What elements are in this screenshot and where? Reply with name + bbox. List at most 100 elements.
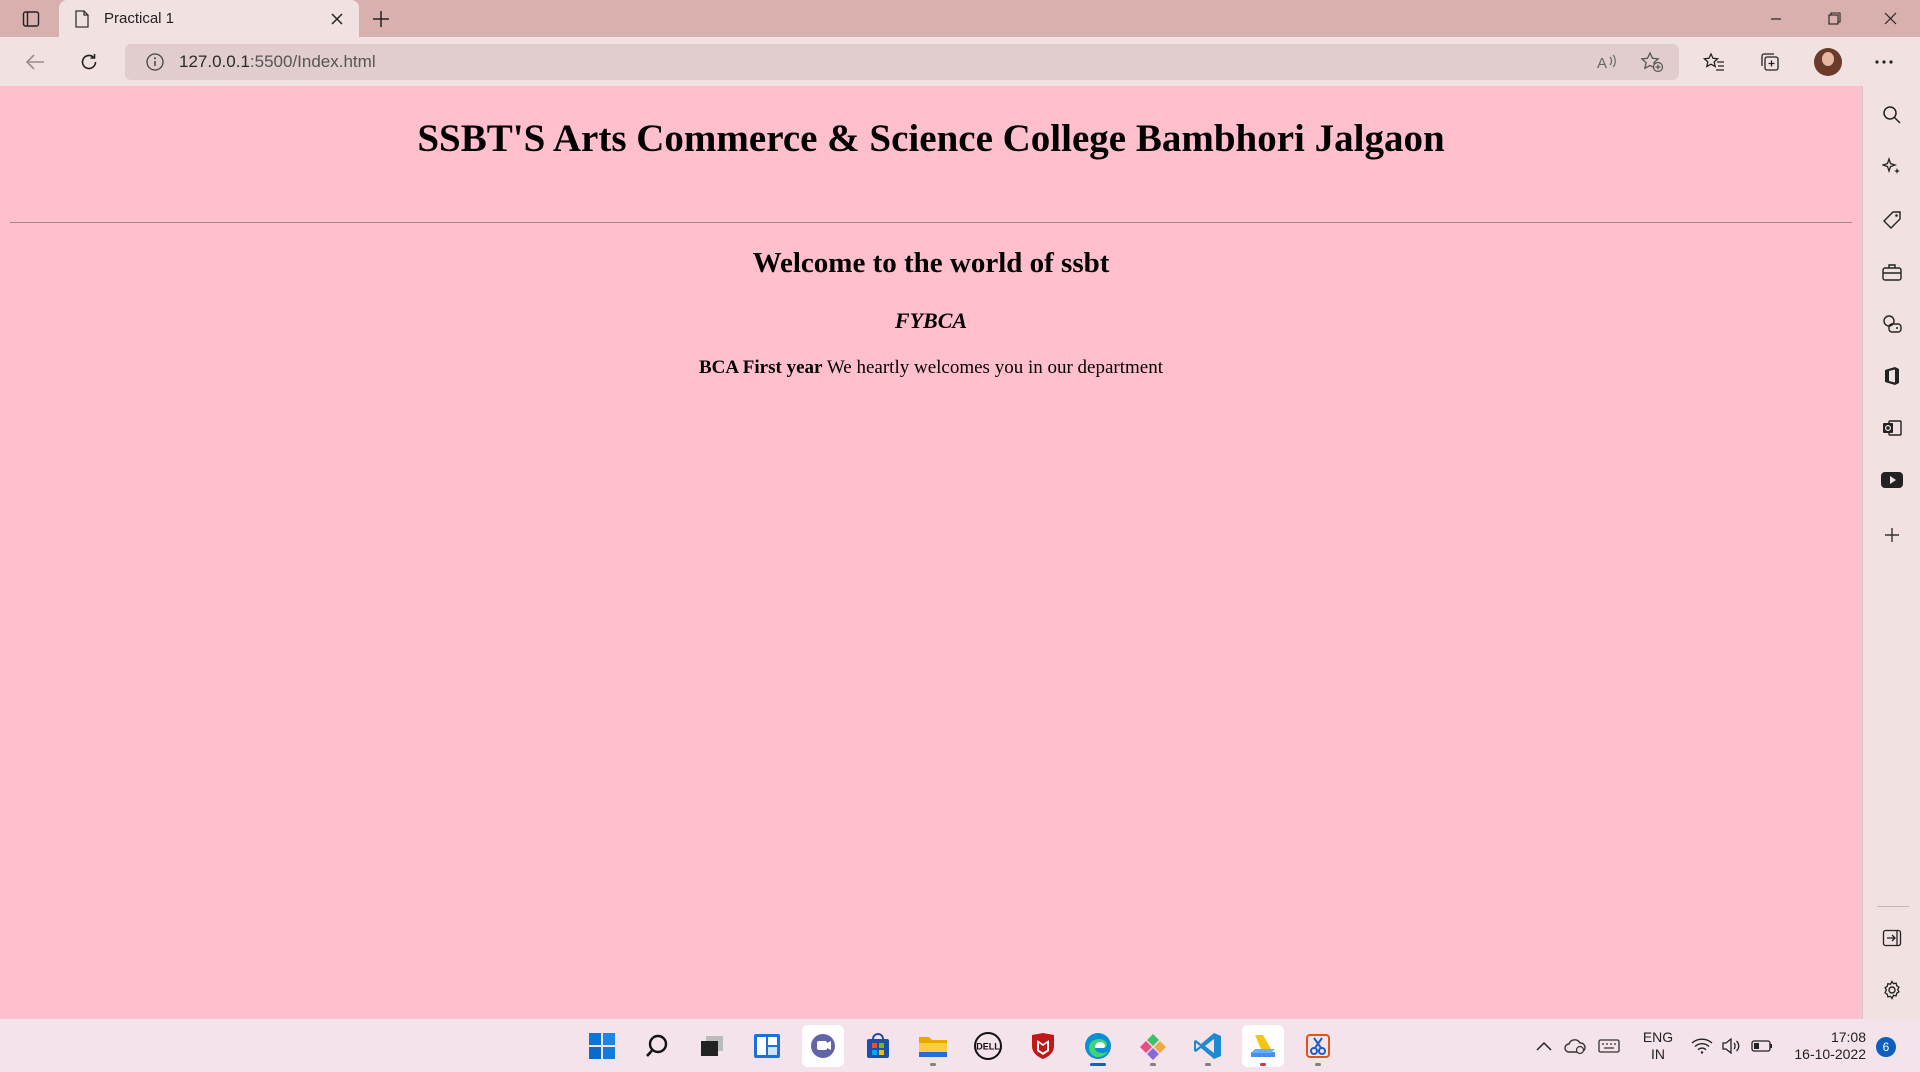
- welcome-heading: Welcome to the world of ssbt: [752, 247, 1110, 279]
- hide-sidebar-button[interactable]: [1877, 923, 1907, 953]
- battery-icon: [1751, 1039, 1772, 1052]
- tab-title: Practical 1: [104, 10, 175, 27]
- colorful-app-icon: [1140, 1034, 1166, 1060]
- office-icon: [1885, 367, 1899, 385]
- widgets-button[interactable]: [746, 1025, 788, 1067]
- college-heading: SSBT'S Arts Commerce & Science College B…: [417, 117, 1445, 160]
- search-icon: [646, 1034, 668, 1057]
- chat-icon: [811, 1034, 835, 1058]
- system-clock[interactable]: 17:08 16-10-2022: [1786, 1029, 1866, 1063]
- keyboard-icon: [1598, 1038, 1620, 1053]
- browser-title-bar: Practical 1: [0, 0, 1920, 37]
- address-url[interactable]: 127.0.0.1:5500/Index.html: [179, 52, 376, 72]
- search-icon: [1883, 106, 1901, 124]
- youtube-icon: [1881, 472, 1903, 488]
- close-icon: [331, 12, 343, 25]
- dell-app-button[interactable]: DELL: [967, 1025, 1009, 1067]
- running-indicator: [1315, 1063, 1321, 1066]
- favorites-button[interactable]: [1697, 45, 1731, 79]
- site-info-icon[interactable]: [145, 52, 165, 72]
- taskbar-search-button[interactable]: [636, 1025, 678, 1067]
- start-button[interactable]: [581, 1025, 623, 1067]
- collapse-sidebar-icon: [1882, 929, 1902, 947]
- sidebar-add-button[interactable]: [1877, 520, 1907, 550]
- wifi-status-button[interactable]: [1688, 1019, 1716, 1072]
- notification-count-badge[interactable]: 6: [1876, 1037, 1896, 1057]
- web-page-content: SSBT'S Arts Commerce & Science College B…: [0, 86, 1862, 1019]
- sidebar-games-button[interactable]: [1877, 309, 1907, 339]
- mcafee-button[interactable]: [1022, 1025, 1064, 1067]
- microsoft-store-button[interactable]: [857, 1025, 899, 1067]
- class-heading: FYBCA: [894, 308, 968, 333]
- running-indicator: [1150, 1063, 1156, 1066]
- sidebar-office-button[interactable]: [1877, 361, 1907, 391]
- gear-icon: [1884, 980, 1900, 1000]
- battery-button[interactable]: [1748, 1019, 1776, 1072]
- back-button[interactable]: [18, 45, 52, 79]
- close-tab-button[interactable]: [325, 7, 349, 31]
- widgets-icon: [754, 1034, 780, 1058]
- edge-logo-icon: [1085, 1033, 1111, 1059]
- chevron-up-icon: [1536, 1041, 1552, 1051]
- volume-button[interactable]: [1717, 1019, 1745, 1072]
- welcome-paragraph: BCA First year We heartly welcomes you i…: [0, 357, 1862, 379]
- folder-upload-icon: [1251, 1035, 1275, 1057]
- read-aloud-icon[interactable]: A: [1594, 50, 1620, 74]
- input-language-indicator[interactable]: ENG IN: [1638, 1029, 1678, 1063]
- pinned-app-button[interactable]: [1132, 1025, 1174, 1067]
- add-favorite-icon[interactable]: [1639, 50, 1665, 74]
- windows-taskbar: DELL ENG IN 17:08 16-10-2022 6: [0, 1019, 1920, 1072]
- address-bar[interactable]: 127.0.0.1:5500/Index.html A: [125, 44, 1679, 80]
- onedrive-tray-button[interactable]: [1560, 1019, 1590, 1072]
- touch-keyboard-button[interactable]: [1594, 1019, 1624, 1072]
- plus-icon: [373, 11, 389, 27]
- tab-actions-button[interactable]: [12, 4, 50, 34]
- sidebar-settings-button[interactable]: [1877, 975, 1907, 1005]
- sidebar-shopping-button[interactable]: [1877, 205, 1907, 235]
- settings-more-button[interactable]: [1867, 45, 1901, 79]
- restore-button[interactable]: [1806, 0, 1862, 37]
- sidebar-discover-button[interactable]: [1877, 152, 1907, 182]
- snipping-tool-button[interactable]: [1297, 1025, 1339, 1067]
- running-indicator: [1205, 1063, 1211, 1066]
- browser-toolbar: 127.0.0.1:5500/Index.html A: [0, 37, 1920, 86]
- edge-browser-button[interactable]: [1077, 1025, 1119, 1067]
- browser-tab-active[interactable]: Practical 1: [59, 0, 359, 37]
- vscode-button[interactable]: [1187, 1025, 1229, 1067]
- outlook-icon: [1883, 420, 1902, 436]
- file-manager-button[interactable]: [1242, 1025, 1284, 1067]
- sidebar-youtube-button[interactable]: [1877, 465, 1907, 495]
- refresh-button[interactable]: [72, 45, 106, 79]
- speaker-icon: [1722, 1037, 1740, 1054]
- minimize-button[interactable]: [1748, 0, 1804, 37]
- more-dots-icon: [1875, 60, 1893, 64]
- bold-text: BCA First year: [698, 357, 823, 378]
- clock-date: 16-10-2022: [1794, 1046, 1866, 1062]
- teams-chat-button[interactable]: [802, 1025, 844, 1067]
- new-tab-button[interactable]: [366, 4, 396, 34]
- sparkle-icon: [1882, 157, 1900, 174]
- sidebar-divider: [1877, 906, 1909, 907]
- message-text: We heartly welcomes you in our departmen…: [822, 357, 1164, 378]
- favorites-icon: [1703, 52, 1724, 71]
- url-path: :5500/Index.html: [249, 52, 376, 71]
- sidebar-search-button[interactable]: [1877, 100, 1907, 130]
- briefcase-icon: [1882, 264, 1902, 281]
- folder-icon: [919, 1037, 947, 1057]
- profile-avatar[interactable]: [1814, 48, 1842, 76]
- show-hidden-icons-button[interactable]: [1530, 1019, 1558, 1072]
- dell-logo-icon: DELL: [974, 1032, 1002, 1060]
- store-icon: [867, 1033, 889, 1058]
- task-view-button[interactable]: [691, 1025, 733, 1067]
- close-icon: [1884, 12, 1896, 25]
- file-explorer-button[interactable]: [912, 1025, 954, 1067]
- restore-icon: [1827, 12, 1841, 25]
- region-code: IN: [1651, 1046, 1665, 1062]
- sidebar-tools-button[interactable]: [1877, 257, 1907, 287]
- wifi-icon: [1691, 1038, 1713, 1054]
- edge-sidebar: [1862, 86, 1920, 1019]
- collections-button[interactable]: [1753, 45, 1787, 79]
- sidebar-outlook-button[interactable]: [1877, 413, 1907, 443]
- close-window-button[interactable]: [1862, 0, 1918, 37]
- mcafee-shield-icon: [1032, 1033, 1054, 1059]
